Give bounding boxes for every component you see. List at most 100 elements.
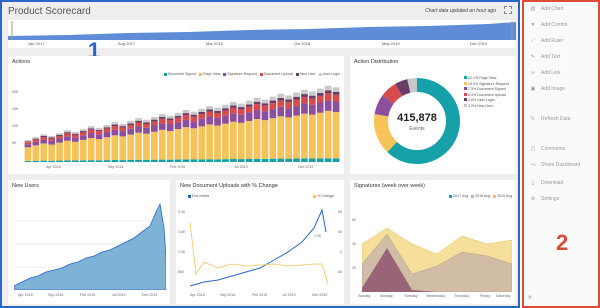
bar-segment (309, 158, 316, 162)
new-users-card[interactable]: New Users Apr 2018 Sep 2018 Feb 2019 Jul… (8, 180, 170, 304)
x-tick: Sep 2018 (48, 293, 64, 297)
sidebar-item-refresh-data[interactable]: ↻ Refresh Data (530, 116, 571, 122)
fullscreen-icon[interactable] (504, 6, 512, 14)
bar-segment (293, 158, 300, 162)
sidebar-item-add-control[interactable]: ▼ Add Control (530, 22, 568, 28)
bar-segment (316, 112, 324, 159)
bar-segment (285, 102, 292, 109)
bar-segment (190, 116, 198, 122)
bar-segment (269, 103, 277, 110)
bar-segment (48, 138, 55, 141)
bar-segment (79, 160, 87, 162)
bar-segment (127, 120, 134, 124)
bar-segment (87, 133, 95, 139)
sidebar-item-comments[interactable]: ▢ Comments (530, 146, 566, 152)
bar-segment (64, 160, 71, 162)
y-tick: 10K (12, 124, 19, 128)
bar-segment (103, 127, 111, 129)
bar-segment (285, 108, 292, 118)
x-tick: Sep 2018 (108, 165, 124, 169)
sidebar-item-add-text[interactable]: ✎ Add Text (530, 54, 560, 60)
timeline-navigator[interactable]: Jan 2017 Aug 2017 Mar 2018 Oct 2018 May … (8, 20, 516, 48)
bar-segment (32, 145, 40, 161)
bar-segment (143, 127, 150, 134)
sidebar-item-add-ruler[interactable]: ⟋ Add Ruler (530, 38, 563, 44)
uploads-card[interactable]: New Document Uploads with % Change Doc m… (176, 180, 344, 304)
legend-label: 2017 Avg (453, 194, 469, 198)
legend-label: Page View (203, 72, 221, 76)
bar-segment (158, 116, 166, 119)
distribution-card[interactable]: Action Distribution 415,878 Events 62.1%… (350, 56, 516, 174)
bar-segment (230, 101, 237, 106)
bar-segment (56, 134, 63, 136)
bar-segment (324, 85, 332, 91)
legend-label: Doc ments (192, 194, 210, 198)
sidebar-item-add-link[interactable]: ∞ Add Link (530, 70, 560, 76)
collapse-sidebar-button[interactable]: » (528, 294, 532, 301)
bar-segment (214, 125, 221, 160)
bar-segment (324, 100, 332, 111)
bar-segment (127, 125, 134, 129)
bar-segment (95, 131, 103, 135)
bar-segment (245, 104, 253, 107)
x-tick: Sep 2018 (220, 293, 236, 297)
legend-label: Document Signed (167, 72, 197, 76)
bar-segment (95, 129, 103, 132)
x-tick: Tuesday (404, 294, 418, 298)
bar-segment (103, 128, 111, 133)
sidebar-item-add-chart[interactable]: ▥ Add Chart (530, 6, 564, 12)
bar-segment (87, 138, 95, 161)
bar-segment (72, 134, 79, 138)
bar-segment (32, 160, 40, 162)
sidebar-item-download[interactable]: ⤓ Download (530, 180, 563, 186)
legend-label: 2019 Avg (497, 194, 512, 198)
x-tick: Dec 2019 (312, 293, 328, 297)
bar-segment (87, 160, 95, 162)
y-tick-right: 40 (338, 230, 342, 234)
bar-segment (206, 159, 213, 162)
bar-segment (119, 131, 127, 137)
x-tick: Feb 2019 (80, 293, 96, 297)
signatures-card[interactable]: Signatures (week over week) 2017 Avg 201… (350, 180, 516, 304)
bar-segment (293, 92, 300, 97)
sidebar-panel: ▥ Add Chart ▼ Add Control ⟋ Add Ruler ✎ Add … (522, 0, 600, 308)
sidebar-item-add-image[interactable]: ▣ Add Image (530, 86, 566, 92)
bar-segment (230, 105, 237, 108)
x-tick: Feb 2019 (170, 165, 186, 169)
bar-segment (222, 104, 229, 109)
bar-segment (198, 126, 206, 160)
bar-segment (72, 133, 79, 135)
refresh-icon: ↻ (530, 116, 536, 122)
y-tick: 2.4K (178, 210, 186, 214)
bar-segment (103, 125, 111, 128)
bar-segment (214, 117, 221, 126)
bar-segment (40, 134, 48, 136)
y-tick: 15K (12, 107, 19, 111)
legend-label: Document Upload (264, 72, 293, 76)
app-window: Product Scorecard Chart data updated an … (0, 0, 600, 308)
sidebar-item-label: Add Ruler (541, 38, 564, 44)
bar-segment (309, 114, 316, 159)
bar-segment (301, 89, 308, 95)
bar-segment (111, 129, 119, 136)
bar-segment (332, 94, 340, 102)
y-tick: 600 (178, 270, 184, 274)
actions-card[interactable]: Actions Document Signed Page View Signat… (8, 56, 344, 174)
bar-segment (127, 123, 134, 126)
bar-segment (79, 139, 87, 161)
sidebar-item-share-dashboard[interactable]: ↪ Share Dashboard (530, 162, 580, 168)
comment-icon: ▢ (530, 146, 536, 152)
bar-segment (261, 105, 269, 112)
bar-segment (237, 109, 245, 115)
bar-segment (301, 96, 308, 104)
bar-segment (324, 110, 332, 159)
bar-segment (111, 122, 119, 125)
bar-segment (48, 137, 55, 139)
bar-segment (119, 126, 127, 128)
sidebar-item-label: Add Control (541, 22, 568, 28)
bar-segment (40, 143, 48, 161)
bar-segment (127, 128, 134, 135)
bar-segment (143, 119, 150, 123)
timeline-label: May 2019 (382, 41, 400, 46)
sidebar-item-settings[interactable]: ⚙ Settings (530, 196, 559, 202)
